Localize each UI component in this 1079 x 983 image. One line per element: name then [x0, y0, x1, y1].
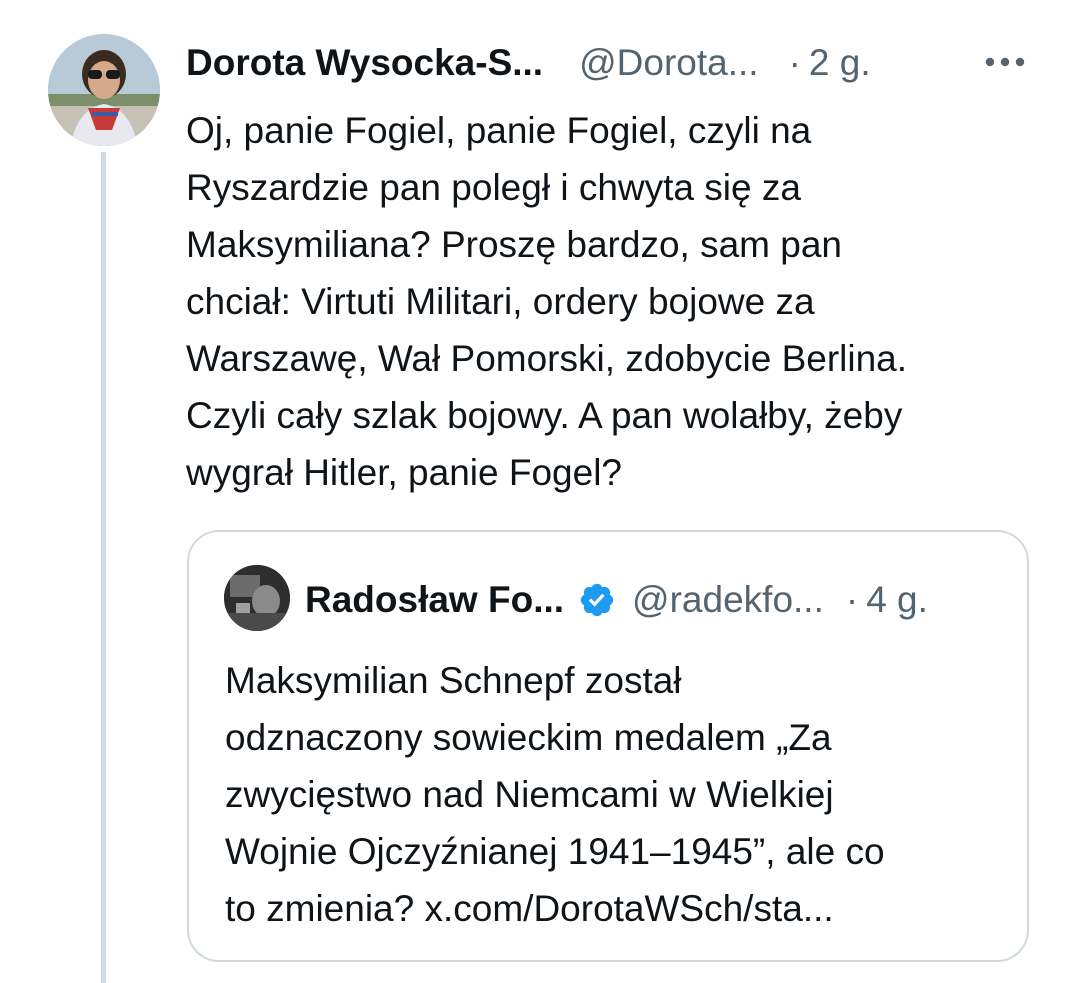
thread-connector-line: [101, 152, 106, 983]
quoted-separator-dot: ·: [845, 579, 859, 620]
author-avatar-image: [48, 34, 160, 146]
author-name[interactable]: Dorota Wysocka-S...: [186, 42, 543, 84]
author-handle[interactable]: @Dorota...: [579, 42, 758, 84]
quoted-tweet-text: Maksymilian Schnepf został odznaczony so…: [225, 660, 885, 929]
quoted-author-avatar-image: [224, 565, 290, 631]
more-options-button[interactable]: [983, 44, 1027, 80]
tweet-text: Oj, panie Fogiel, panie Fogiel, czyli na…: [186, 110, 908, 493]
tweet-header: Dorota Wysocka-S... @Dorota... · 2 g.: [186, 38, 1046, 88]
more-horizontal-icon: [985, 57, 1025, 67]
verified-badge-icon: [580, 583, 614, 617]
separator-dot: ·: [788, 42, 801, 83]
quoted-author-handle[interactable]: @radekfo...: [632, 579, 824, 621]
quoted-tweet-header: Radosław Fo... @radekfo... · 4 g.: [305, 576, 928, 624]
quoted-author-name[interactable]: Radosław Fo...: [305, 579, 564, 621]
author-avatar[interactable]: [48, 34, 160, 146]
quoted-tweet-timestamp[interactable]: 4 g.: [866, 579, 928, 621]
quoted-tweet-card[interactable]: Radosław Fo... @radekfo... · 4 g. Maksym…: [187, 530, 1029, 962]
quoted-author-avatar[interactable]: [224, 565, 290, 631]
tweet-timestamp[interactable]: 2 g.: [809, 42, 871, 84]
